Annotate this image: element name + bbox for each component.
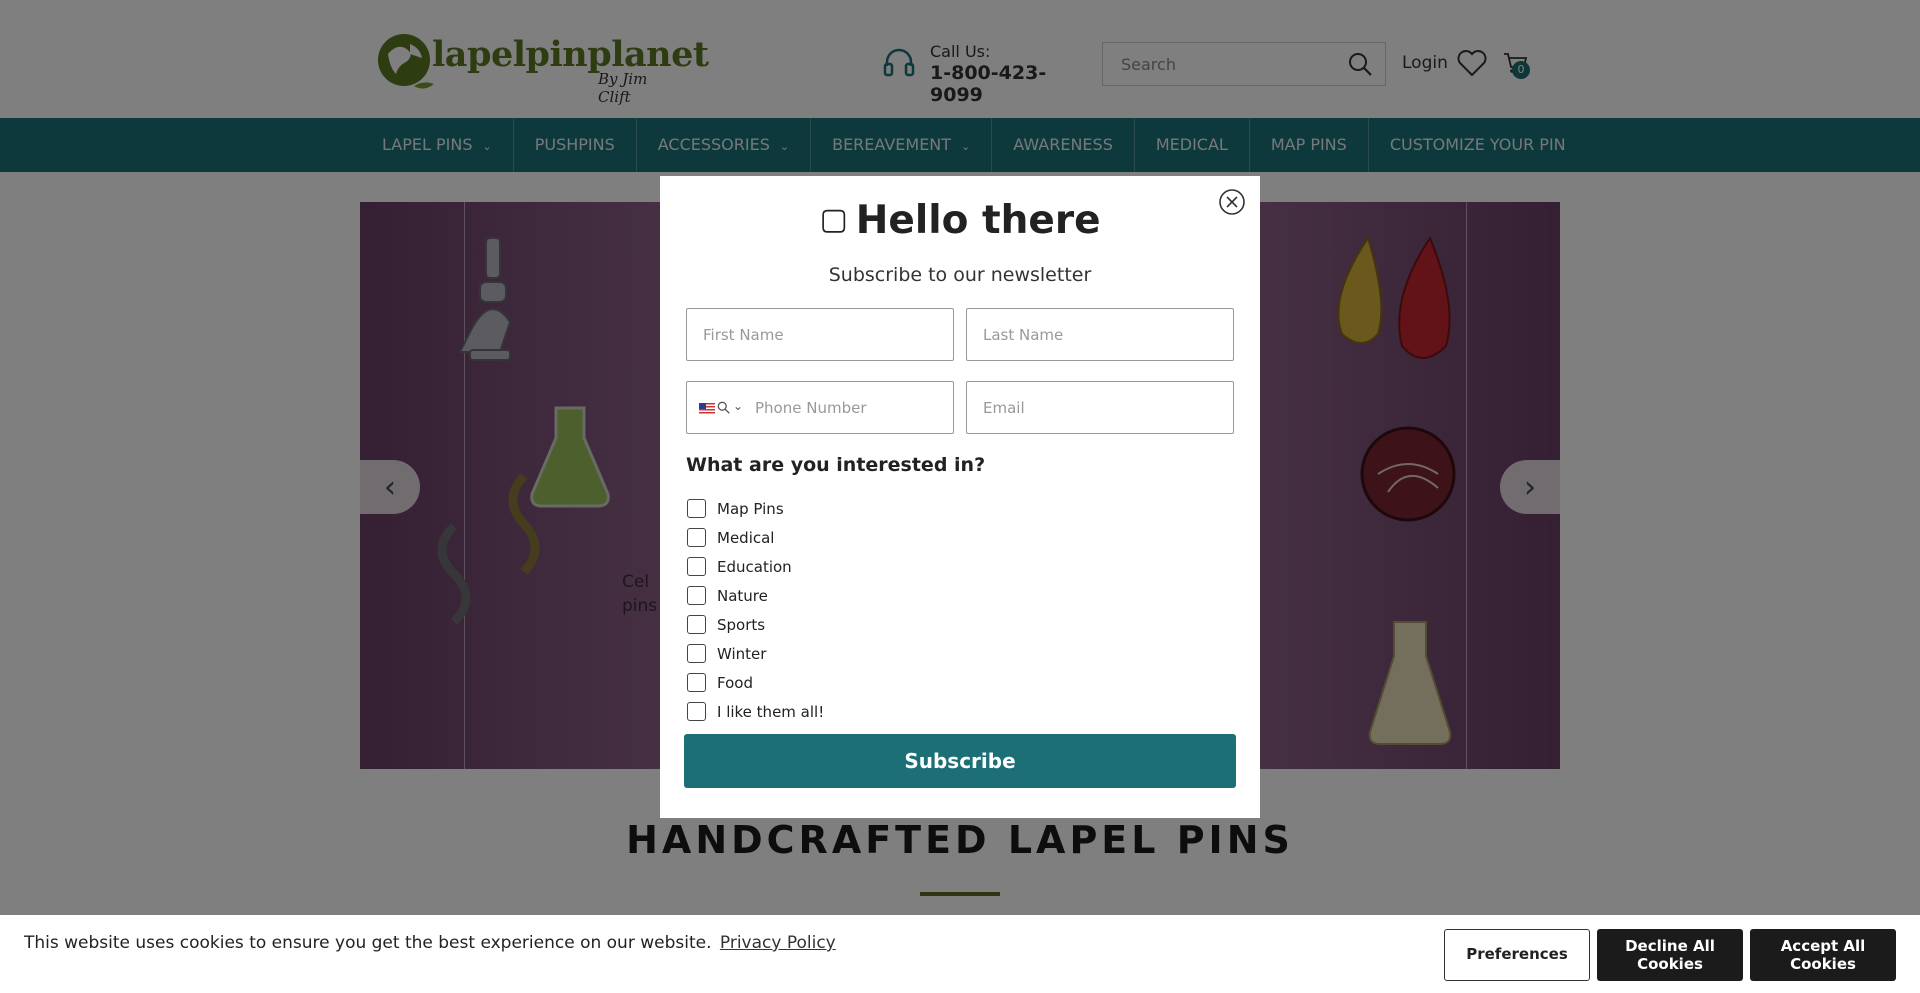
last-name-field (966, 308, 1234, 361)
interest-option[interactable]: Map Pins (686, 494, 824, 523)
first-name-input[interactable] (687, 309, 953, 360)
checkbox[interactable] (687, 644, 706, 663)
search-icon (717, 401, 730, 414)
preferences-button[interactable]: Preferences (1444, 929, 1590, 981)
interest-option[interactable]: Sports (686, 610, 824, 639)
option-label: Food (717, 673, 753, 692)
option-label: Medical (717, 528, 775, 547)
interest-option[interactable]: Medical (686, 523, 824, 552)
interest-question: What are you interested in? (686, 454, 986, 476)
checkbox[interactable] (687, 702, 706, 721)
checkbox[interactable] (687, 586, 706, 605)
wave-icon: ▢ (819, 202, 848, 237)
subscribe-button[interactable]: Subscribe (684, 734, 1236, 788)
first-name-field (686, 308, 954, 361)
chevron-down-icon[interactable]: ⌄ (733, 399, 743, 413)
option-label: Education (717, 557, 792, 576)
checkbox[interactable] (687, 673, 706, 692)
option-label: Nature (717, 586, 768, 605)
option-label: I like them all! (717, 702, 825, 721)
interest-option[interactable]: Winter (686, 639, 824, 668)
phone-field: ⌄ (686, 381, 954, 434)
modal-title: ▢ Hello there (660, 198, 1260, 243)
cookie-text: This website uses cookies to ensure you … (24, 933, 712, 953)
option-label: Map Pins (717, 499, 784, 518)
interest-option[interactable]: Food (686, 668, 824, 697)
checkbox[interactable] (687, 557, 706, 576)
interest-option[interactable]: Education (686, 552, 824, 581)
newsletter-modal: ▢ Hello there Subscribe to our newsletter… (660, 176, 1260, 818)
privacy-policy-link[interactable]: Privacy Policy (720, 933, 836, 953)
interest-option[interactable]: I like them all! (686, 697, 824, 726)
accept-cookies-button[interactable]: Accept All Cookies (1750, 929, 1896, 981)
cookie-message: This website uses cookies to ensure you … (24, 933, 836, 953)
email-input[interactable] (967, 382, 1233, 433)
checkbox[interactable] (687, 615, 706, 634)
us-flag-icon[interactable] (699, 403, 715, 414)
interest-option[interactable]: Nature (686, 581, 824, 610)
modal-subtitle: Subscribe to our newsletter (828, 264, 1092, 286)
decline-cookies-button[interactable]: Decline All Cookies (1597, 929, 1743, 981)
cookie-banner: This website uses cookies to ensure you … (0, 915, 1920, 993)
email-field (966, 381, 1234, 434)
last-name-input[interactable] (967, 309, 1233, 360)
checkbox[interactable] (687, 528, 706, 547)
interest-options: Map Pins Medical Education Nature Sports… (686, 494, 824, 726)
option-label: Winter (717, 644, 767, 663)
checkbox[interactable] (687, 499, 706, 518)
modal-title-text: Hello there (855, 198, 1101, 243)
option-label: Sports (717, 615, 766, 634)
